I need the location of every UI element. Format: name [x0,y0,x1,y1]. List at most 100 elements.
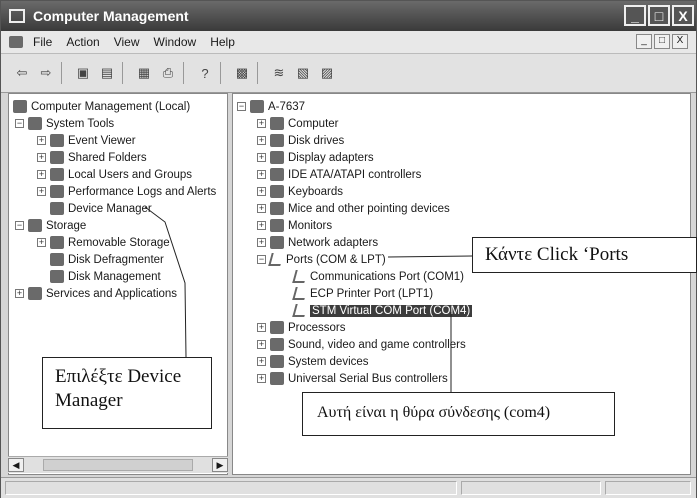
network-adapter-icon [270,236,284,249]
expand-icon[interactable]: + [257,153,266,162]
close-button[interactable]: X [672,5,694,26]
tree-item-removable-storage[interactable]: + Removable Storage [37,234,170,251]
expand-icon[interactable]: + [257,187,266,196]
device-category-ide[interactable]: + IDE ATA/ATAPI controllers [257,166,421,183]
mdi-restore-button[interactable]: □ [654,34,670,49]
tree-item-root[interactable]: Computer Management (Local) [13,98,190,115]
tree-item-label: Computer Management (Local) [31,100,191,113]
expand-icon[interactable]: + [257,357,266,366]
processor-icon [270,321,284,334]
device-category-usb[interactable]: + Universal Serial Bus controllers [257,370,448,387]
mdi-controls: _ □ X [636,34,688,49]
device-category-system-devices[interactable]: + System devices [257,353,369,370]
expand-icon[interactable]: + [257,221,266,230]
tree-item-local-users[interactable]: + Local Users and Groups [37,166,192,183]
title-bar[interactable]: Computer Management _ □ X [1,1,696,31]
mdi-minimize-button[interactable]: _ [636,34,652,49]
expand-icon[interactable]: + [15,289,24,298]
tree-item-event-viewer[interactable]: + Event Viewer [37,132,136,149]
device-root[interactable]: − A-7637 [237,98,305,115]
tree-item-device-manager[interactable]: Device Manager [50,200,152,217]
tree-item-label: Disk Management [68,270,161,283]
tree-item-storage[interactable]: − Storage [15,217,86,234]
device-category-sound[interactable]: + Sound, video and game controllers [257,336,466,353]
system-device-icon [270,355,284,368]
collapse-icon[interactable]: − [15,221,24,230]
expand-icon[interactable]: + [37,187,46,196]
collapse-icon[interactable]: − [15,119,24,128]
device-category-label: Monitors [288,219,333,232]
device-category-monitors[interactable]: + Monitors [257,217,332,234]
device-category-processors[interactable]: + Processors [257,319,346,336]
tree-item-services-apps[interactable]: + Services and Applications [15,285,177,302]
device-category-display-adapters[interactable]: + Display adapters [257,149,374,166]
callout-com4: Αυτή είναι η θύρα σύνδεσης (com4) [302,392,615,436]
horizontal-scrollbar[interactable]: ◀ ▶ [8,456,228,473]
callout-text-line2: Manager [55,390,123,411]
device-category-computer[interactable]: + Computer [257,115,339,132]
mdi-close-button[interactable]: X [672,34,688,49]
expand-icon[interactable]: + [257,238,266,247]
expand-icon[interactable]: + [257,136,266,145]
device-category-keyboards[interactable]: + Keyboards [257,183,343,200]
show-hide-tree-icon[interactable]: ▤ [98,64,116,82]
forward-arrow-icon[interactable]: ⇨ [37,64,55,82]
menu-action[interactable]: Action [66,35,99,49]
device-category-mice[interactable]: + Mice and other pointing devices [257,200,450,217]
scroll-right-icon[interactable]: ▶ [212,458,228,472]
scroll-thumb[interactable] [43,459,193,471]
menu-view[interactable]: View [114,35,140,49]
help-icon[interactable]: ? [196,64,214,82]
menu-help[interactable]: Help [210,35,235,49]
scan-hardware-icon[interactable]: ▩ [233,64,251,82]
expand-icon[interactable]: + [37,136,46,145]
properties-icon[interactable]: ▦ [135,64,153,82]
expand-icon[interactable]: + [257,340,266,349]
back-arrow-icon[interactable]: ⇦ [13,64,31,82]
collapse-icon[interactable]: − [237,102,246,111]
tree-item-shared-folders[interactable]: + Shared Folders [37,149,147,166]
collapse-icon[interactable]: − [257,255,266,264]
device-category-ports[interactable]: − Ports (COM & LPT) [257,251,386,268]
device-lpt1[interactable]: ECP Printer Port (LPT1) [292,285,433,302]
device-com1[interactable]: Communications Port (COM1) [292,268,464,285]
port-icon [292,304,308,317]
menu-window[interactable]: Window [154,35,197,49]
tree-item-label: Local Users and Groups [68,168,193,181]
expand-icon[interactable]: + [257,374,266,383]
expand-icon[interactable]: + [37,153,46,162]
tree-item-disk-management[interactable]: Disk Management [50,268,161,285]
menu-file[interactable]: File [33,35,52,49]
tree-item-system-tools[interactable]: − System Tools [15,115,114,132]
status-bar [1,477,696,498]
tree-item-label: Services and Applications [46,287,178,300]
expand-icon[interactable]: + [257,323,266,332]
ide-controller-icon [270,168,284,181]
maximize-button[interactable]: □ [648,5,670,26]
tree-item-disk-defrag[interactable]: Disk Defragmenter [50,251,164,268]
up-folder-icon[interactable]: ▣ [74,64,92,82]
device-category-label: System devices [288,355,369,368]
port-icon [292,270,308,283]
app-menu-icon[interactable] [9,36,23,48]
uninstall-icon[interactable]: ▧ [294,64,312,82]
toolbar-separator [220,62,221,84]
status-cell-tertiary [605,481,691,495]
print-icon[interactable]: ⎙ [159,64,177,82]
tree-item-perf-logs[interactable]: + Performance Logs and Alerts [37,183,216,200]
keyboard-icon [270,185,284,198]
device-com4[interactable]: STM Virtual COM Port (COM4) [292,302,473,319]
device-category-disk-drives[interactable]: + Disk drives [257,132,344,149]
expand-icon[interactable]: + [257,170,266,179]
expand-icon[interactable]: + [257,204,266,213]
minimize-button[interactable]: _ [624,5,646,26]
users-icon [50,168,64,181]
disable-icon[interactable]: ▨ [318,64,336,82]
scroll-left-icon[interactable]: ◀ [8,458,24,472]
device-category-network[interactable]: + Network adapters [257,234,378,251]
expand-icon[interactable]: + [37,170,46,179]
device-category-label: Keyboards [288,185,343,198]
expand-icon[interactable]: + [257,119,266,128]
expand-icon[interactable]: + [37,238,46,247]
update-driver-icon[interactable]: ≋ [270,64,288,82]
